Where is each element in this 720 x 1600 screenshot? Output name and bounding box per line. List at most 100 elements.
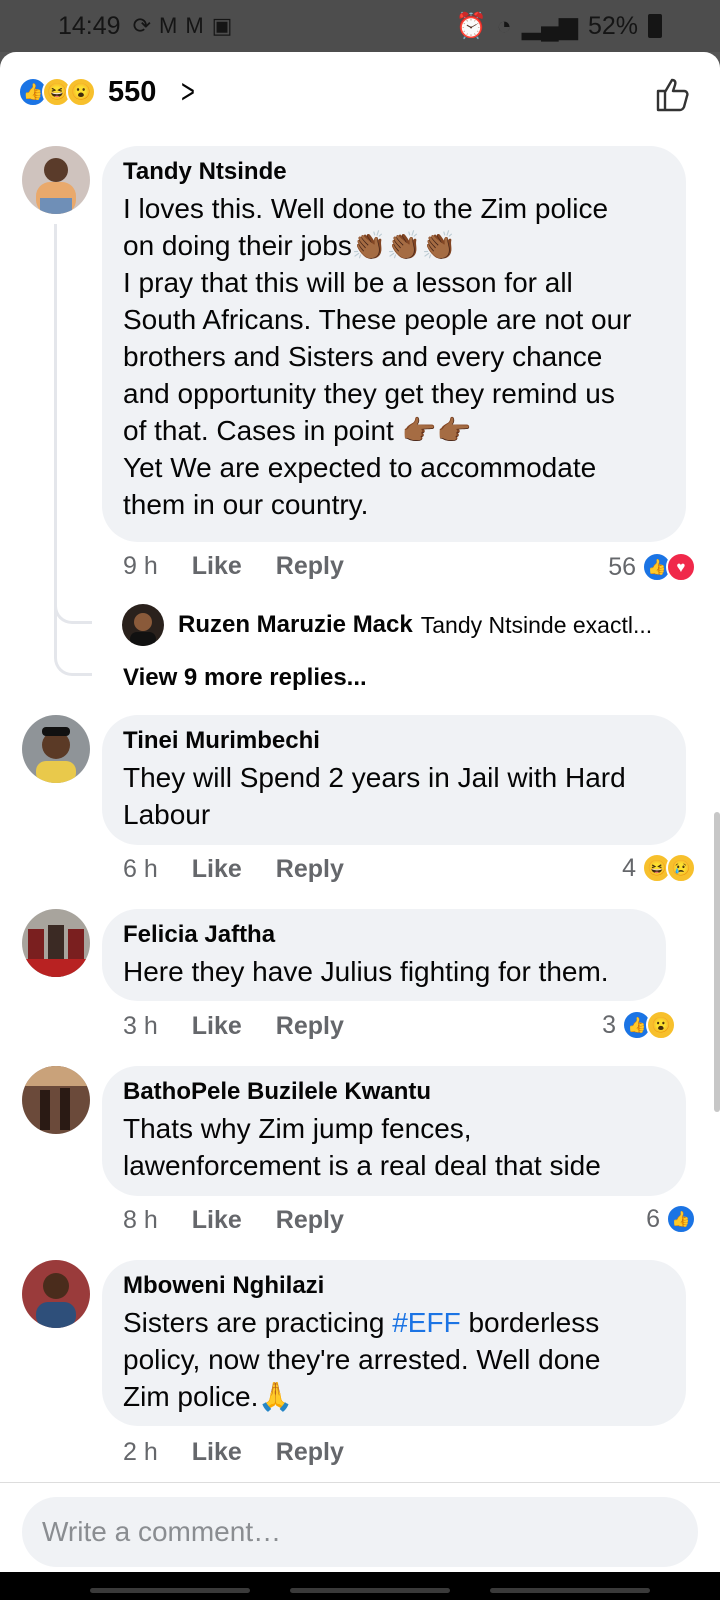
hashtag-link[interactable]: #EFF: [392, 1307, 460, 1338]
text-line: I loves this. Well done to the Zim polic…: [123, 193, 609, 224]
text-segment: Sisters are practicing: [123, 1307, 393, 1338]
sad-reaction-icon: 😢: [666, 853, 696, 883]
comment-reactions[interactable]: 4 😆 😢: [622, 853, 696, 883]
avatar[interactable]: [122, 604, 164, 646]
reply-text: Tandy Ntsinde exactl...: [420, 611, 653, 638]
comment-reactions[interactable]: 6 👍: [646, 1204, 696, 1234]
comment-meta: 6 h Like Reply: [123, 855, 378, 884]
comment-text: Thats why Zim jump fences, lawenforcemen…: [123, 1110, 666, 1184]
sync-icon: ⟳: [132, 13, 151, 38]
status-bar: 14:49 ⟳ M M ▣ ⏰ ◔ ▂▄▆ 52%: [0, 0, 720, 52]
reply-author[interactable]: Ruzen Maruzie Mack: [178, 611, 413, 639]
text-line: I pray that this will be a lesson for al…: [123, 267, 573, 298]
nav-home-handle[interactable]: [290, 1588, 450, 1593]
wifi-icon: ◔: [496, 11, 512, 40]
text-line: Labour: [123, 799, 211, 830]
comment-meta: 2 h Like Reply: [123, 1438, 378, 1467]
avatar[interactable]: [22, 146, 90, 214]
comment-meta: 3 h Like Reply: [123, 1012, 378, 1041]
comments-sheet: 👍 😆 😮 550 > Tandy Ntsinde I loves this. …: [0, 52, 720, 1600]
reactions-header[interactable]: 👍 😆 😮 550 >: [0, 52, 720, 132]
comment-text: I loves this. Well done to the Zim polic…: [123, 190, 666, 523]
comment-time: 3 h: [123, 1012, 158, 1040]
gmail-icon: M: [159, 13, 178, 38]
comment-author[interactable]: BathoPele Buzilele Kwantu: [123, 1078, 666, 1106]
thread-line: [54, 224, 92, 624]
comment-text: They will Spend 2 years in Jail with Har…: [123, 759, 666, 833]
comment-reactions[interactable]: 56 👍 ♥: [608, 552, 696, 582]
text-line: on doing their jobs👏🏾👏🏾👏🏾: [123, 230, 457, 261]
comment-bubble[interactable]: Tandy Ntsinde I loves this. Well done to…: [102, 146, 686, 542]
system-icons: ⏰ ◔ ▂▄▆ 52%: [456, 11, 662, 41]
text-line: Here they have Julius fighting for them.: [123, 956, 609, 987]
nav-recents-handle[interactable]: [490, 1588, 650, 1593]
comment-text: Here they have Julius fighting for them.: [123, 953, 646, 990]
reply-button[interactable]: Reply: [276, 552, 344, 581]
system-nav-bar: [0, 1572, 720, 1600]
reaction-count: 6: [646, 1204, 660, 1233]
avatar[interactable]: [22, 909, 90, 977]
comment-time: 6 h: [123, 855, 158, 883]
chevron-right-icon[interactable]: >: [181, 73, 195, 112]
comment-author[interactable]: Tinei Murimbechi: [123, 727, 666, 755]
text-line: them in our country.: [123, 489, 369, 520]
text-segment: borderless: [460, 1307, 600, 1338]
text-line: and opportunity they get they remind us: [123, 378, 615, 409]
comment-text: Sisters are practicing #EFF borderless p…: [123, 1304, 666, 1415]
comment-reactions[interactable]: 3 👍 😮: [602, 1010, 676, 1040]
wow-reaction-icon: 😮: [66, 77, 96, 107]
text-line: of that. Cases in point 👉🏾👉🏾: [123, 415, 472, 446]
comment-time: 8 h: [123, 1206, 158, 1234]
text-line: lawenforcement is a real deal that side: [123, 1150, 601, 1181]
comment-bubble[interactable]: BathoPele Buzilele Kwantu Thats why Zim …: [102, 1066, 686, 1196]
comment-input[interactable]: [22, 1497, 698, 1567]
comment-time: 9 h: [123, 552, 158, 580]
comment-bubble[interactable]: Mboweni Nghilazi Sisters are practicing …: [102, 1260, 686, 1426]
comment-time: 2 h: [123, 1438, 158, 1466]
like-post-icon[interactable]: [652, 74, 692, 114]
reaction-count: 3: [602, 1010, 616, 1039]
avatar[interactable]: [22, 1260, 90, 1328]
reply-button[interactable]: Reply: [276, 1206, 344, 1235]
comment-bubble[interactable]: Tinei Murimbechi They will Spend 2 years…: [102, 715, 686, 845]
gallery-icon: ▣: [211, 13, 233, 38]
reply-button[interactable]: Reply: [276, 855, 344, 884]
text-line: policy, now they're arrested. Well done: [123, 1344, 601, 1375]
battery-icon: [648, 14, 662, 38]
comment-author[interactable]: Felicia Jaftha: [123, 921, 646, 949]
text-line: Sisters are practicing #EFF borderless: [123, 1304, 666, 1341]
reaction-count: 550: [108, 75, 157, 108]
comment-author[interactable]: Tandy Ntsinde: [123, 158, 666, 186]
text-line: Zim police.🙏: [123, 1381, 294, 1412]
signal-icon: ▂▄▆: [521, 12, 578, 40]
view-more-replies-link[interactable]: View 9 more replies...: [123, 664, 367, 692]
reply-button[interactable]: Reply: [276, 1012, 344, 1041]
reaction-count: 56: [608, 552, 636, 581]
thread-line: [54, 572, 92, 676]
text-line: brothers and Sisters and every chance: [123, 341, 603, 372]
comment-meta: 8 h Like Reply: [123, 1206, 378, 1235]
avatar[interactable]: [22, 1066, 90, 1134]
text-line: Thats why Zim jump fences,: [123, 1113, 472, 1144]
like-button[interactable]: Like: [192, 1012, 242, 1041]
nav-back-handle[interactable]: [90, 1588, 250, 1593]
reply-button[interactable]: Reply: [276, 1438, 344, 1467]
notification-icons: ⟳ M M ▣: [133, 13, 233, 39]
avatar[interactable]: [22, 715, 90, 783]
screen: 14:49 ⟳ M M ▣ ⏰ ◔ ▂▄▆ 52% 👍 😆 😮 550 > Ta…: [0, 0, 720, 1600]
like-button[interactable]: Like: [192, 1438, 242, 1467]
reaction-count: 4: [622, 853, 636, 882]
reply-preview[interactable]: Ruzen Maruzie Mack Tandy Ntsinde exactl.…: [122, 604, 652, 646]
comment-meta: 9 h Like Reply: [123, 552, 378, 581]
status-time: 14:49: [58, 11, 121, 40]
comment-bubble[interactable]: Felicia Jaftha Here they have Julius fig…: [102, 909, 666, 1001]
like-button[interactable]: Like: [192, 1206, 242, 1235]
comment-author[interactable]: Mboweni Nghilazi: [123, 1272, 666, 1300]
alarm-icon: ⏰: [455, 11, 487, 40]
reaction-icons: 👍 😆 😮: [18, 77, 96, 107]
love-reaction-icon: ♥: [666, 552, 696, 582]
scrollbar[interactable]: [714, 812, 720, 1112]
text-line: South Africans. These people are not our: [123, 304, 632, 335]
like-button[interactable]: Like: [192, 855, 242, 884]
like-button[interactable]: Like: [192, 552, 242, 581]
